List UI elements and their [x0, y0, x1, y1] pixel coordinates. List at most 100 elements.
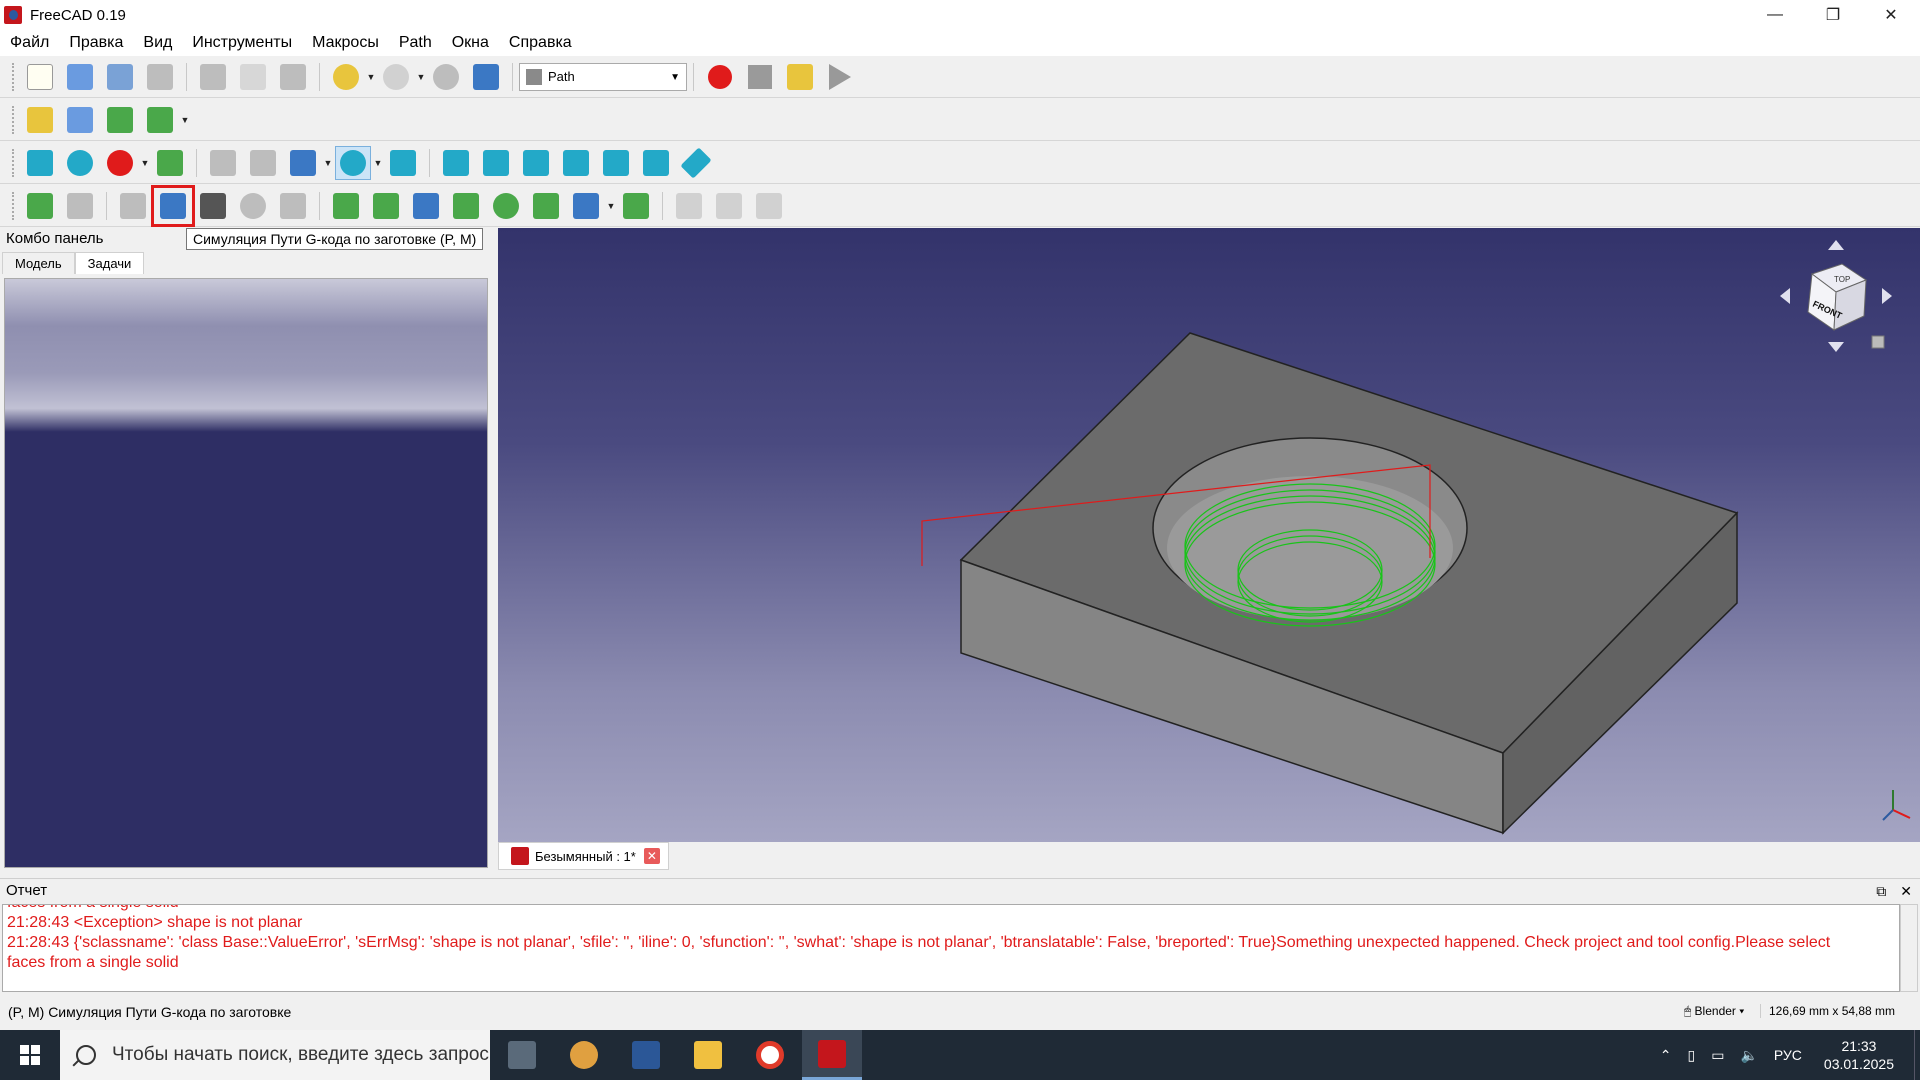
- forward-button[interactable]: [245, 146, 281, 180]
- drilling-button[interactable]: [408, 189, 444, 223]
- chevron-up-icon[interactable]: ⌃: [1660, 1047, 1672, 1064]
- path-job-button[interactable]: [22, 189, 58, 223]
- fit-all-button[interactable]: [22, 146, 58, 180]
- taskbar-freecad[interactable]: [802, 1030, 862, 1080]
- minimize-button[interactable]: —: [1746, 0, 1804, 30]
- workbench-selector[interactable]: Path ▼: [519, 62, 687, 91]
- profile-button[interactable]: [328, 189, 364, 223]
- network-icon[interactable]: ▭: [1711, 1047, 1724, 1064]
- toolbar-grip[interactable]: [12, 62, 16, 91]
- menu-windows[interactable]: Окна: [442, 30, 499, 56]
- restore-button[interactable]: ❐: [1804, 0, 1862, 30]
- report-text-area[interactable]: faces from a single solid 21:28:43 <Exce…: [2, 904, 1900, 992]
- sync-view-button[interactable]: [285, 146, 321, 180]
- taskbar-calculator[interactable]: [492, 1030, 552, 1080]
- undo-button[interactable]: [328, 60, 364, 94]
- measure-button[interactable]: [678, 146, 714, 180]
- macro-edit-button[interactable]: [782, 60, 818, 94]
- cut-button[interactable]: [195, 60, 231, 94]
- bounding-box-button[interactable]: [152, 146, 188, 180]
- toolbar-grip[interactable]: [12, 105, 16, 134]
- create-group-button[interactable]: [62, 103, 98, 137]
- tab-tasks[interactable]: Задачи: [74, 252, 145, 274]
- navigation-style-selector[interactable]: 🖱 Blender ▾: [1684, 1004, 1744, 1019]
- start-button[interactable]: [0, 1030, 60, 1080]
- clock[interactable]: 21:33 03.01.2025: [1824, 1037, 1894, 1073]
- taskbar-yandex[interactable]: [740, 1030, 800, 1080]
- engrave-button[interactable]: [568, 189, 604, 223]
- engrave-dropdown-icon[interactable]: ▼: [606, 189, 616, 223]
- menu-macro[interactable]: Макросы: [302, 30, 389, 56]
- toolbar-grip[interactable]: [12, 148, 16, 177]
- document-tab[interactable]: Безымянный : 1* ✕: [498, 842, 669, 870]
- redo-button[interactable]: [378, 60, 414, 94]
- navcube-arrow-right-icon[interactable]: [1882, 288, 1892, 304]
- sanity-check-button[interactable]: [115, 189, 151, 223]
- copy-path-button[interactable]: [711, 189, 747, 223]
- bottom-view-button[interactable]: [598, 146, 634, 180]
- navcube-arrow-up-icon[interactable]: [1828, 240, 1844, 250]
- taskbar-explorer[interactable]: [678, 1030, 738, 1080]
- menu-path[interactable]: Path: [389, 30, 442, 56]
- draw-style-dropdown-icon[interactable]: ▼: [140, 146, 150, 180]
- language-indicator[interactable]: РУС: [1774, 1047, 1802, 1063]
- adaptive-button[interactable]: [528, 189, 564, 223]
- inspect-button[interactable]: [195, 189, 231, 223]
- array-button[interactable]: [671, 189, 707, 223]
- save-button[interactable]: [102, 60, 138, 94]
- navcube-menu-icon[interactable]: [1871, 335, 1885, 349]
- toolbar-grip[interactable]: [12, 191, 16, 220]
- menu-edit[interactable]: Правка: [59, 30, 133, 56]
- face-button[interactable]: [448, 189, 484, 223]
- draw-style-button[interactable]: [102, 146, 138, 180]
- pocket-button[interactable]: [368, 189, 404, 223]
- left-view-button[interactable]: [638, 146, 674, 180]
- refresh-button[interactable]: [428, 60, 464, 94]
- taskbar-search[interactable]: Чтобы начать поиск, введите здесь запрос: [60, 1030, 490, 1080]
- menu-help[interactable]: Справка: [499, 30, 582, 56]
- menu-view[interactable]: Вид: [133, 30, 182, 56]
- usb-icon[interactable]: ▯: [1687, 1047, 1695, 1064]
- simulator-button[interactable]: [151, 184, 195, 227]
- redo-dropdown-icon[interactable]: ▼: [416, 60, 426, 94]
- close-tab-icon[interactable]: ✕: [643, 848, 660, 864]
- open-button[interactable]: [62, 60, 98, 94]
- tool-bits-button[interactable]: [275, 189, 311, 223]
- whats-this-button[interactable]: [468, 60, 504, 94]
- menu-file[interactable]: Файл: [0, 30, 59, 56]
- tool-library-button[interactable]: [235, 189, 271, 223]
- front-view-button[interactable]: [438, 146, 474, 180]
- new-document-button[interactable]: [22, 60, 58, 94]
- zoom-dropdown-icon[interactable]: ▼: [373, 146, 383, 180]
- tab-model[interactable]: Модель: [2, 252, 75, 274]
- 3d-viewport[interactable]: TOP FRONT: [498, 228, 1920, 842]
- taskbar-word[interactable]: [616, 1030, 676, 1080]
- navcube-arrow-down-icon[interactable]: [1828, 342, 1844, 352]
- link-actions-button[interactable]: [142, 103, 178, 137]
- dressup-button[interactable]: [618, 189, 654, 223]
- report-scrollbar[interactable]: [1900, 904, 1918, 992]
- macro-run-button[interactable]: [822, 60, 858, 94]
- top-view-button[interactable]: [478, 146, 514, 180]
- volume-icon[interactable]: 🔈: [1740, 1047, 1757, 1064]
- macro-record-button[interactable]: [702, 60, 738, 94]
- link-dropdown-icon[interactable]: ▼: [180, 103, 190, 137]
- show-desktop-button[interactable]: [1914, 1030, 1920, 1080]
- undo-dropdown-icon[interactable]: ▼: [366, 60, 376, 94]
- taskbar-paint[interactable]: [554, 1030, 614, 1080]
- create-link-button[interactable]: [102, 103, 138, 137]
- zoom-button[interactable]: [335, 145, 371, 180]
- fit-selection-button[interactable]: [62, 146, 98, 180]
- rear-view-button[interactable]: [558, 146, 594, 180]
- isometric-view-button[interactable]: [385, 146, 421, 180]
- back-button[interactable]: [205, 146, 241, 180]
- navcube-arrow-left-icon[interactable]: [1780, 288, 1790, 304]
- helix-button[interactable]: [488, 189, 524, 223]
- macro-stop-button[interactable]: [742, 60, 778, 94]
- float-panel-icon[interactable]: ⧉: [1876, 879, 1886, 903]
- close-panel-icon[interactable]: ✕: [1900, 879, 1912, 903]
- navigation-cube[interactable]: TOP FRONT: [1776, 236, 1896, 356]
- copy-button[interactable]: [235, 60, 271, 94]
- print-button[interactable]: [142, 60, 178, 94]
- menu-tools[interactable]: Инструменты: [182, 30, 302, 56]
